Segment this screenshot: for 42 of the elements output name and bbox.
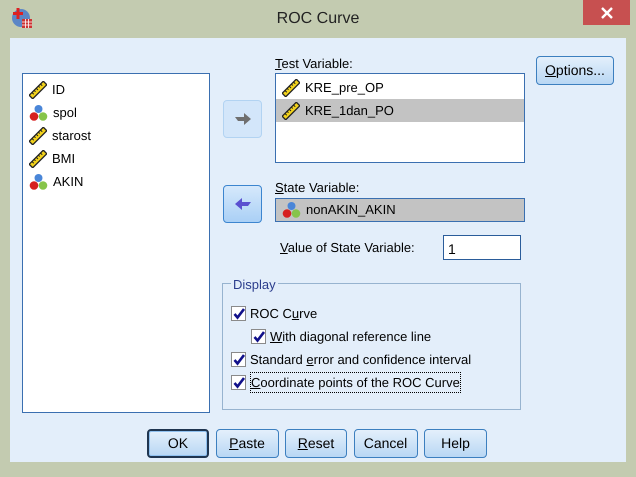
checkbox[interactable] bbox=[231, 352, 246, 367]
right-arrow-icon bbox=[234, 112, 252, 126]
test-variable-label: Test Variable: bbox=[275, 56, 354, 73]
options-button[interactable]: Options... bbox=[536, 56, 614, 85]
checkbox-label[interactable]: Coordinate points of the ROC Curve bbox=[250, 372, 461, 394]
checkbox-label[interactable]: With diagonal reference line bbox=[270, 326, 432, 346]
test-variable-list[interactable]: KRE_pre_OP KRE_1dan_PO bbox=[275, 73, 525, 163]
state-variable-label: State Variable: bbox=[275, 180, 360, 197]
checkbox[interactable] bbox=[231, 375, 246, 390]
check-icon bbox=[252, 330, 264, 342]
source-variable-list[interactable]: ID spol starost BMI AKIN bbox=[22, 73, 210, 413]
close-button[interactable] bbox=[583, 0, 630, 25]
checkbox-label[interactable]: Standard error and confidence interval bbox=[250, 350, 472, 370]
checkbox[interactable] bbox=[251, 329, 266, 344]
checkbox-label[interactable]: ROC Curve bbox=[250, 304, 318, 324]
window-title: ROC Curve bbox=[276, 9, 360, 29]
variable-item[interactable]: nonAKIN_AKIN bbox=[276, 199, 524, 221]
variable-item[interactable]: ID bbox=[23, 78, 209, 101]
dialog-button[interactable]: OK bbox=[147, 429, 209, 458]
variable-item[interactable]: BMI bbox=[23, 147, 209, 170]
nominal-icon bbox=[29, 172, 48, 190]
nominal-icon bbox=[29, 104, 48, 122]
check-icon bbox=[232, 376, 244, 388]
move-button[interactable] bbox=[223, 185, 262, 223]
close-icon bbox=[600, 6, 612, 18]
nominal-icon bbox=[282, 201, 301, 219]
state-value-label: Value of State Variable: bbox=[280, 238, 416, 257]
variable-item[interactable]: starost bbox=[23, 124, 209, 147]
check-icon bbox=[232, 354, 244, 366]
variable-item[interactable]: AKIN bbox=[23, 170, 209, 193]
dialog-button[interactable]: Reset bbox=[285, 429, 347, 458]
app-icon bbox=[11, 7, 33, 29]
checkbox[interactable] bbox=[231, 306, 246, 321]
variable-item[interactable]: spol bbox=[23, 101, 209, 124]
variable-item[interactable]: KRE_1dan_PO bbox=[276, 99, 524, 122]
dialog-button[interactable]: Help bbox=[424, 429, 487, 458]
check-icon bbox=[232, 308, 244, 320]
left-arrow-icon bbox=[234, 197, 252, 211]
variable-item[interactable]: KRE_pre_OP bbox=[276, 76, 524, 99]
dialog-button[interactable]: Cancel bbox=[354, 429, 418, 458]
dialog-button[interactable]: Paste bbox=[216, 429, 278, 458]
state-value-field[interactable]: 1 bbox=[443, 235, 521, 260]
